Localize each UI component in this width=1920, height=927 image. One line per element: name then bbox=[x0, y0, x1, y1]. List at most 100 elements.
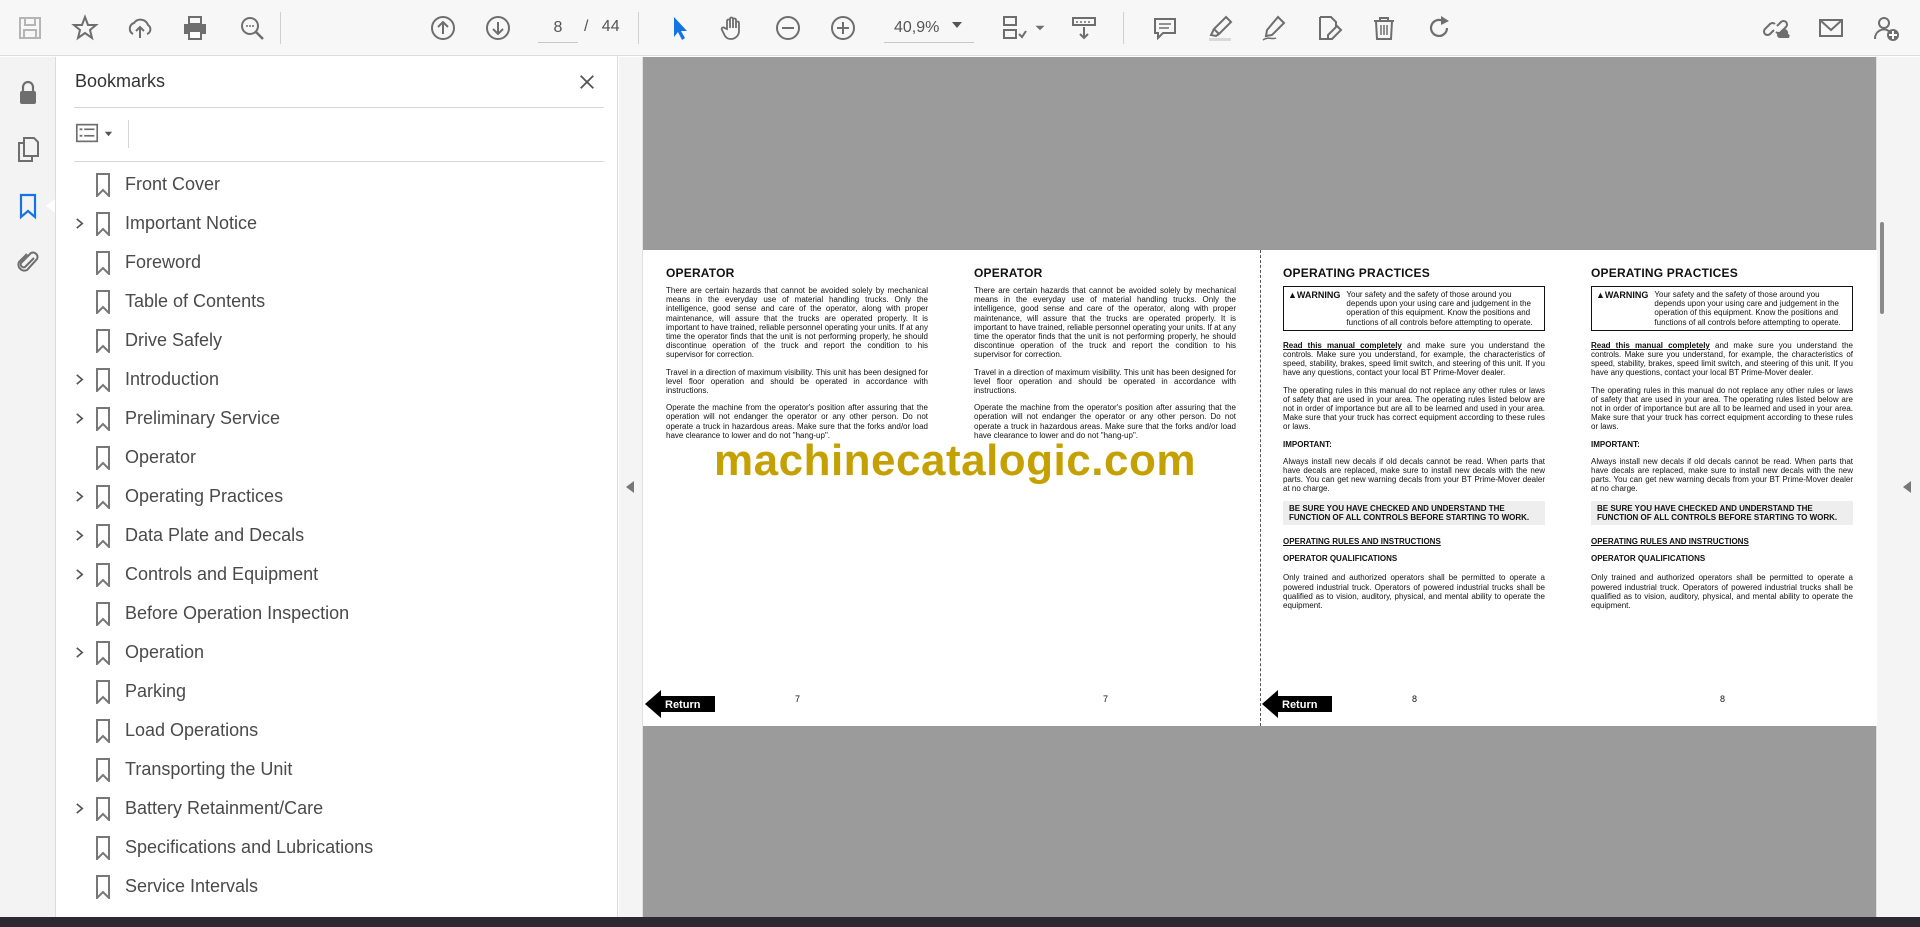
highlight-icon[interactable] bbox=[1202, 10, 1238, 46]
print-icon[interactable] bbox=[177, 10, 213, 46]
bookmark-item[interactable]: Front Cover bbox=[56, 165, 592, 204]
bookmark-label: Table of Contents bbox=[125, 291, 266, 311]
attachment-icon[interactable] bbox=[10, 244, 46, 280]
subheading: OPERATING RULES AND INSTRUCTIONS bbox=[1283, 537, 1441, 547]
zoom-in-icon[interactable] bbox=[825, 10, 861, 46]
add-user-icon[interactable] bbox=[1868, 10, 1904, 46]
bookmark-flag-icon bbox=[95, 367, 111, 393]
upload-icon[interactable] bbox=[122, 10, 158, 46]
chevron-right-icon[interactable] bbox=[70, 644, 88, 662]
panel-title: Bookmarks bbox=[75, 71, 166, 91]
return-button[interactable]: Return bbox=[645, 688, 717, 720]
bookmark-flag-icon bbox=[95, 874, 111, 900]
bookmark-item[interactable]: Table of Contents bbox=[56, 282, 592, 321]
bookmark-item[interactable]: Controls and Equipment bbox=[56, 555, 592, 594]
share-link-icon[interactable] bbox=[1758, 10, 1794, 46]
email-icon[interactable] bbox=[1813, 10, 1849, 46]
bookmark-item[interactable]: Battery Retainment/Care bbox=[56, 789, 592, 828]
chevron-left-icon bbox=[1903, 481, 1911, 493]
bookmark-item[interactable]: Before Operation Inspection bbox=[56, 594, 592, 633]
bookmark-flag-icon bbox=[95, 601, 111, 627]
chevron-right-icon[interactable] bbox=[70, 527, 88, 545]
find-icon[interactable] bbox=[234, 10, 270, 46]
chevron-right-icon[interactable] bbox=[70, 488, 88, 506]
bookmark-item[interactable]: Operating Practices bbox=[56, 477, 592, 516]
bookmark-flag-icon bbox=[95, 289, 111, 315]
edit-pdf-icon[interactable] bbox=[1311, 10, 1347, 46]
bookmark-item[interactable]: Operation bbox=[56, 633, 592, 672]
list-options-icon bbox=[75, 123, 99, 143]
section-heading: OPERATOR bbox=[974, 266, 1043, 280]
chevron-right-icon[interactable] bbox=[70, 566, 88, 584]
page-number-input[interactable] bbox=[538, 13, 578, 43]
toolbar: / 44 bbox=[0, 0, 1920, 56]
star-icon[interactable] bbox=[67, 10, 103, 46]
bookmark-item[interactable]: Drive Safely bbox=[56, 321, 592, 360]
save-icon[interactable] bbox=[12, 10, 48, 46]
return-button[interactable]: Return bbox=[1262, 688, 1334, 720]
chevron-right-icon[interactable] bbox=[70, 215, 88, 233]
comment-icon[interactable] bbox=[1147, 10, 1183, 46]
warning-text: Your safety and the safety of those arou… bbox=[1346, 290, 1533, 327]
bookmark-item[interactable]: Parking bbox=[56, 672, 592, 711]
bookmark-label: Operation bbox=[125, 642, 205, 662]
bookmark-label: Before Operation Inspection bbox=[125, 603, 350, 623]
redo-icon[interactable] bbox=[1421, 10, 1457, 46]
chevron-down-icon[interactable] bbox=[952, 22, 962, 28]
bookmark-item[interactable]: Introduction bbox=[56, 360, 592, 399]
bookmark-item[interactable]: Service Intervals bbox=[56, 867, 592, 906]
bookmark-label: Operating Practices bbox=[125, 486, 284, 506]
pages-icon[interactable] bbox=[10, 131, 46, 167]
bookmark-item[interactable]: Preliminary Service bbox=[56, 399, 592, 438]
bookmark-item[interactable]: Specifications and Lubrications bbox=[56, 828, 592, 867]
bookmark-item[interactable]: Transporting the Unit bbox=[56, 750, 592, 789]
sign-icon[interactable] bbox=[1256, 10, 1292, 46]
subheading: OPERATING RULES AND INSTRUCTIONS bbox=[1591, 537, 1749, 547]
bookmark-flag-icon bbox=[95, 250, 111, 276]
callout-box: BE SURE YOU HAVE CHECKED AND UNDERSTAND … bbox=[1283, 501, 1545, 526]
chevron-right-icon[interactable] bbox=[70, 371, 88, 389]
scroll-mode-icon[interactable] bbox=[1066, 10, 1102, 46]
bookmark-flag-icon bbox=[95, 757, 111, 783]
page-up-icon[interactable] bbox=[425, 10, 461, 46]
bookmark-options-button[interactable] bbox=[74, 117, 120, 149]
delete-icon[interactable] bbox=[1366, 10, 1402, 46]
page-layout-icon[interactable] bbox=[996, 10, 1032, 46]
select-cursor-icon[interactable] bbox=[661, 10, 697, 46]
paragraph: There are certain hazards that cannot be… bbox=[974, 286, 1236, 360]
chevron-down-icon[interactable] bbox=[1032, 10, 1048, 46]
subheading: OPERATOR QUALIFICATIONS bbox=[1591, 554, 1706, 564]
bookmark-label: Specifications and Lubrications bbox=[125, 837, 374, 857]
chevron-left-icon bbox=[626, 481, 634, 493]
scrollbar-thumb[interactable] bbox=[1880, 222, 1884, 314]
chevron-right-icon[interactable] bbox=[70, 410, 88, 428]
page-number: 7 bbox=[1103, 694, 1109, 704]
close-icon[interactable] bbox=[572, 67, 602, 97]
document-scrollbar[interactable] bbox=[1878, 57, 1888, 917]
taskbar-edge bbox=[0, 917, 1920, 927]
bookmark-item[interactable]: Operator bbox=[56, 438, 592, 477]
bookmark-icon[interactable] bbox=[10, 188, 46, 224]
bookmark-label: Operator bbox=[125, 447, 197, 467]
zoom-select[interactable] bbox=[884, 13, 974, 43]
bookmark-flag-icon bbox=[95, 640, 111, 666]
bookmark-item[interactable]: Foreword bbox=[56, 243, 592, 282]
paragraph: Always install new decals if old decals … bbox=[1283, 456, 1545, 494]
lock-icon[interactable] bbox=[10, 75, 46, 111]
bookmark-flag-icon bbox=[95, 718, 111, 744]
page-down-icon[interactable] bbox=[480, 10, 516, 46]
hand-icon[interactable] bbox=[715, 10, 751, 46]
collapse-left-button[interactable] bbox=[619, 57, 643, 917]
zoom-out-icon[interactable] bbox=[770, 10, 806, 46]
page-number: 8 bbox=[1720, 694, 1726, 704]
bookmark-label: Important Notice bbox=[125, 213, 258, 233]
chevron-right-icon[interactable] bbox=[70, 800, 88, 818]
bookmark-label: Preliminary Service bbox=[125, 408, 281, 428]
bookmark-item[interactable]: Data Plate and Decals bbox=[56, 516, 592, 555]
watermark: machinecatalogic.com bbox=[714, 436, 1196, 485]
bookmark-item[interactable]: Important Notice bbox=[56, 204, 592, 243]
bookmark-flag-icon bbox=[95, 445, 111, 471]
bookmark-label: Drive Safely bbox=[125, 330, 223, 350]
bookmark-item[interactable]: Load Operations bbox=[56, 711, 592, 750]
paragraph: Operate the machine from the operator's … bbox=[974, 403, 1236, 440]
